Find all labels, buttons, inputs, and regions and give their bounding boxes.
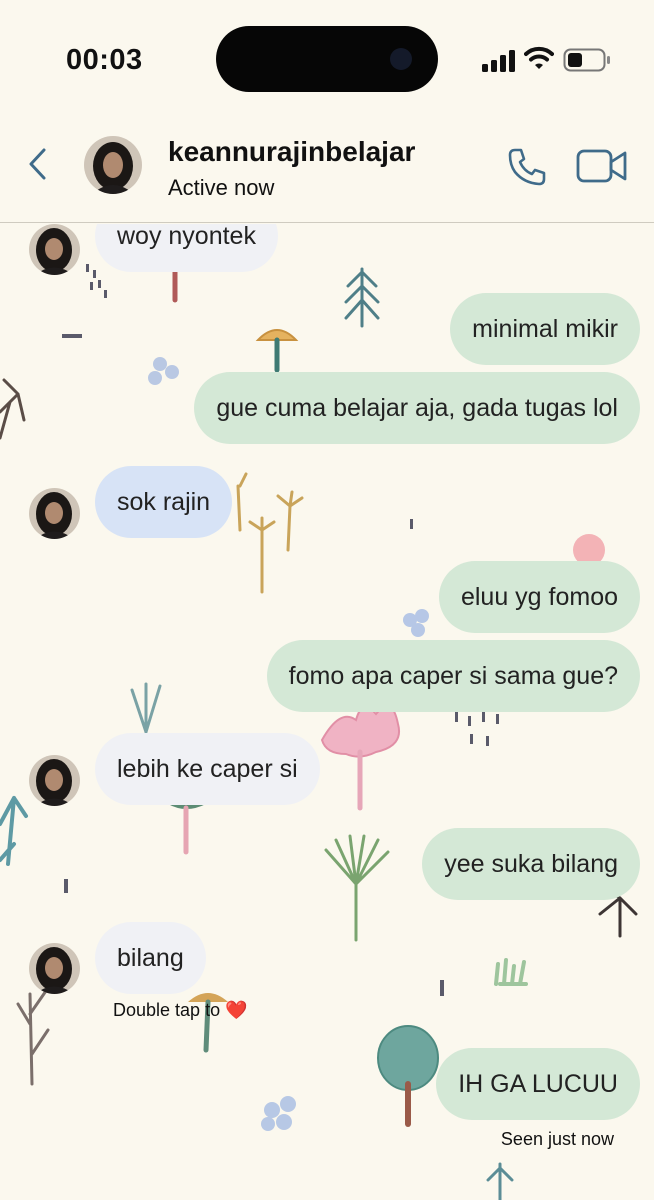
sender-avatar[interactable]: [29, 755, 80, 806]
message-bubble[interactable]: woy nyontek: [95, 224, 278, 272]
message-bubble[interactable]: minimal mikir: [450, 293, 640, 365]
sender-avatar[interactable]: [29, 488, 80, 539]
message-bubble[interactable]: yee suka bilang: [422, 828, 640, 900]
signal-icon: [482, 50, 515, 72]
wifi-icon: [524, 46, 554, 69]
contact-name[interactable]: keannurajinbelajar: [168, 136, 415, 168]
message-bubble[interactable]: eluu yg fomoo: [438, 561, 640, 633]
status-bar: 00:03: [0, 0, 654, 120]
video-camera-icon[interactable]: [576, 148, 628, 184]
message-bubble[interactable]: lebih ke caper si: [95, 733, 320, 805]
battery-icon: [563, 48, 610, 72]
avatar[interactable]: [84, 136, 142, 194]
heart-icon: ❤️: [225, 1000, 248, 1020]
sender-avatar[interactable]: [29, 224, 80, 275]
message-bubble[interactable]: gue cuma belajar aja, gada tugas lol: [194, 372, 640, 444]
sender-avatar[interactable]: [29, 943, 80, 994]
message-bubble[interactable]: fomo apa caper si sama gue?: [266, 640, 640, 712]
dynamic-island: [216, 26, 438, 92]
back-icon[interactable]: [26, 146, 50, 182]
seen-receipt: Seen just now: [500, 1129, 614, 1149]
phone-icon[interactable]: [506, 146, 548, 188]
message-list[interactable]: woy nyontek minimal mikir gue cuma belaj…: [0, 224, 654, 1200]
chat-header: keannurajinbelajar Active now: [0, 120, 654, 223]
message-bubble[interactable]: IH GA LUCUU: [436, 1048, 640, 1120]
message-bubble[interactable]: sok rajin: [95, 466, 233, 538]
hint-text: Double tap to: [113, 1000, 221, 1020]
double-tap-hint: Double tap to ❤️: [113, 1000, 248, 1021]
presence-status: Active now: [168, 175, 275, 200]
clock: 00:03: [66, 44, 143, 76]
message-bubble[interactable]: bilang: [95, 922, 206, 994]
